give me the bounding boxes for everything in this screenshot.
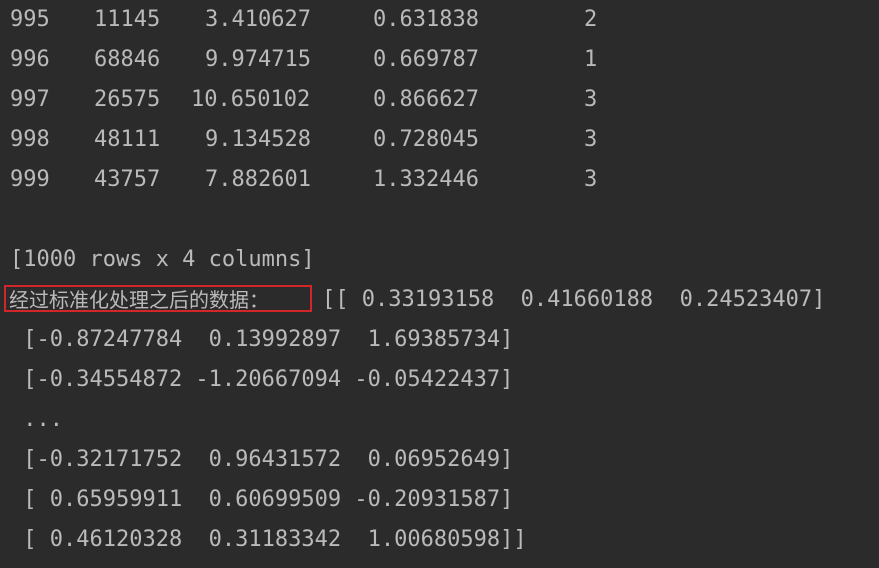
array-line: [ 0.65959911 0.60699509 -0.20931587] [10,487,514,512]
row-index: 997 [10,87,50,112]
cell-col3: 0.728045 [373,127,479,152]
array-line: [[ 0.33193158 0.41660188 0.24523407] [322,287,826,312]
cell-col1: 68846 [94,47,161,72]
normalized-data-label: 经过标准化处理之后的数据： [9,288,269,312]
cell-col3: 0.669787 [373,47,479,72]
cell-col3: 0.631838 [373,7,479,32]
array-line: [-0.34554872 -1.20667094 -0.05422437] [10,367,514,392]
row-index: 996 [10,47,50,72]
dataframe-shape-text: [1000 rows x 4 columns] [10,247,315,272]
cell-col2: 7.882601 [205,167,311,192]
cell-col1: 26575 [94,87,161,112]
cell-col3: 0.866627 [373,87,479,112]
cell-col2: 9.134528 [205,127,311,152]
cell-col1: 11145 [94,7,161,32]
table-row: 995 11145 3.410627 0.631838 2 [10,0,597,40]
row-index: 995 [10,7,50,32]
cell-col4: 3 [584,87,598,112]
cell-col2: 3.410627 [205,7,311,32]
cell-col2: 10.650102 [191,87,311,112]
cell-col4: 1 [584,47,598,72]
cell-col3: 1.332446 [373,167,479,192]
cell-col1: 48111 [94,127,161,152]
array-line: [ 0.46120328 0.31183342 1.00680598]] [10,527,527,552]
cell-col1: 43757 [94,167,161,192]
table-row: 996 68846 9.974715 0.669787 1 [10,40,597,80]
table-row: 997 26575 10.650102 0.866627 3 [10,80,597,120]
table-row: 998 48111 9.134528 0.728045 3 [10,120,597,160]
cell-col4: 3 [584,167,598,192]
console-output: 995 11145 3.410627 0.631838 2 996 68846 … [0,0,879,568]
array-line: [-0.87247784 0.13992897 1.69385734] [10,327,514,352]
cell-col2: 9.974715 [205,47,311,72]
array-line: [-0.32171752 0.96431572 0.06952649] [10,447,514,472]
array-ellipsis: ... [10,407,63,432]
cell-col4: 2 [584,7,598,32]
cell-col4: 3 [584,127,598,152]
row-index: 998 [10,127,50,152]
row-index: 999 [10,167,50,192]
table-row: 999 43757 7.882601 1.332446 3 [10,160,597,200]
